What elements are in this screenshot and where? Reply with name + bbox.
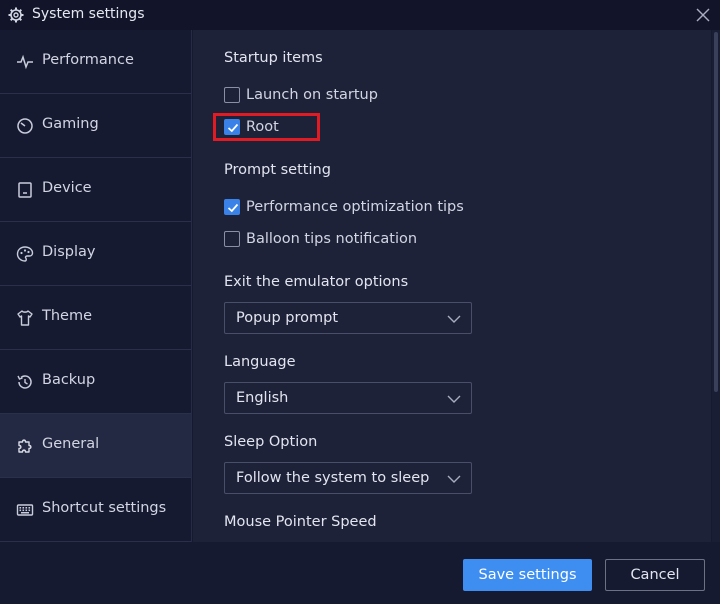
sidebar-item-label: Display — [42, 244, 96, 260]
sleep-option-title: Sleep Option — [224, 434, 318, 450]
footer: Save settings Cancel — [0, 542, 720, 604]
checkbox-box[interactable] — [224, 231, 240, 247]
checkbox-box[interactable] — [224, 87, 240, 103]
scrollbar[interactable] — [712, 30, 720, 542]
sidebar-item-label: Theme — [42, 308, 93, 324]
sidebar: Performance Gaming Device Display Theme — [0, 30, 192, 542]
sidebar-item-backup[interactable]: Backup — [0, 350, 191, 414]
performance-tips-label: Performance optimization tips — [246, 199, 464, 215]
launch-on-startup-label: Launch on startup — [246, 87, 378, 103]
sidebar-item-label: Backup — [42, 372, 96, 388]
checkmark-icon — [227, 203, 239, 213]
sidebar-item-theme[interactable]: Theme — [0, 286, 191, 350]
sidebar-item-gaming[interactable]: Gaming — [0, 94, 191, 158]
exit-options-select[interactable]: Popup prompt — [224, 302, 472, 334]
mouse-pointer-speed-title: Mouse Pointer Speed — [224, 514, 377, 530]
exit-options-value: Popup prompt — [236, 310, 339, 326]
language-select[interactable]: English — [224, 382, 472, 414]
sidebar-item-shortcut-settings[interactable]: Shortcut settings — [0, 478, 191, 542]
balloon-tips-label: Balloon tips notification — [246, 231, 418, 247]
balloon-tips-checkbox[interactable]: Balloon tips notification — [224, 229, 417, 249]
language-value: English — [236, 390, 289, 406]
activity-icon — [17, 54, 33, 70]
close-icon[interactable] — [694, 6, 712, 24]
checkmark-icon — [227, 123, 239, 133]
save-settings-button[interactable]: Save settings — [463, 559, 592, 591]
sidebar-item-label: Performance — [42, 52, 134, 68]
sidebar-item-performance[interactable]: Performance — [0, 30, 191, 94]
startup-items-title: Startup items — [224, 50, 323, 66]
sidebar-item-label: Gaming — [42, 116, 99, 132]
sleep-option-select[interactable]: Follow the system to sleep — [224, 462, 472, 494]
sidebar-item-general[interactable]: General — [0, 414, 191, 478]
performance-tips-checkbox[interactable]: Performance optimization tips — [224, 197, 464, 217]
root-label: Root — [246, 119, 279, 135]
gear-icon — [8, 7, 24, 23]
sidebar-item-label: General — [42, 436, 100, 452]
puzzle-icon — [18, 439, 32, 453]
cancel-button[interactable]: Cancel — [605, 559, 705, 591]
root-checkbox[interactable]: Root — [224, 117, 279, 137]
sidebar-item-label: Shortcut settings — [42, 500, 167, 516]
window-title: System settings — [32, 6, 145, 22]
launch-on-startup-checkbox[interactable]: Launch on startup — [224, 85, 378, 105]
chevron-down-icon — [447, 475, 461, 483]
shirt-icon — [17, 310, 33, 326]
phone-icon — [18, 182, 32, 198]
sidebar-item-device[interactable]: Device — [0, 158, 191, 222]
sleep-option-value: Follow the system to sleep — [236, 470, 430, 486]
checkbox-box[interactable] — [224, 199, 240, 215]
checkbox-box[interactable] — [224, 119, 240, 135]
title-bar: System settings — [0, 0, 720, 30]
gauge-icon — [17, 118, 33, 134]
history-icon — [17, 375, 32, 389]
chevron-down-icon — [447, 315, 461, 323]
scrollbar-thumb[interactable] — [714, 32, 718, 392]
chevron-down-icon — [447, 395, 461, 403]
exit-options-title: Exit the emulator options — [224, 274, 409, 290]
sidebar-item-display[interactable]: Display — [0, 222, 191, 286]
settings-panel: Startup items Launch on startup Root Pro… — [193, 30, 711, 542]
sidebar-item-label: Device — [42, 180, 92, 196]
keyboard-icon — [16, 504, 34, 516]
palette-icon — [16, 246, 34, 262]
prompt-setting-title: Prompt setting — [224, 162, 331, 178]
language-title: Language — [224, 354, 296, 370]
